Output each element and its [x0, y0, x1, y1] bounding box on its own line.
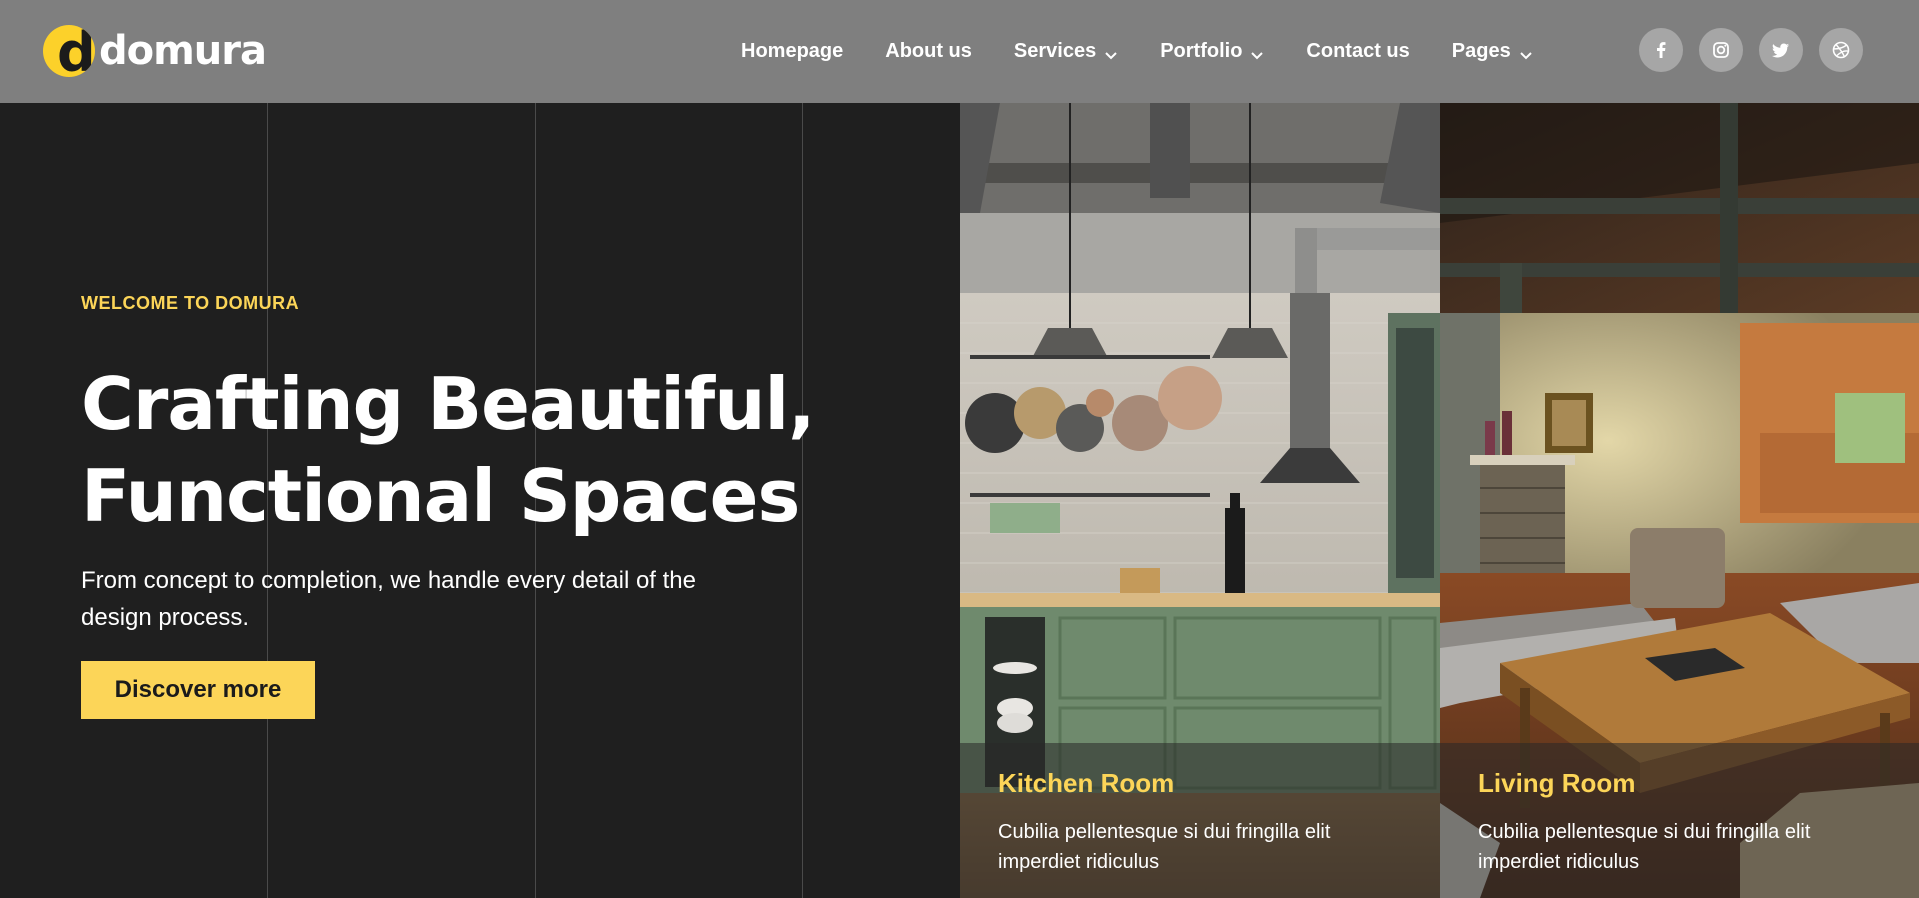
nav-item-services[interactable]: Services [1014, 40, 1118, 63]
chevron-down-icon [1250, 45, 1264, 59]
card-description: Cubilia pellentesque si dui fringilla el… [998, 821, 1331, 873]
nav-item-contact-us[interactable]: Contact us [1306, 40, 1409, 63]
nav-item-label: Portfolio [1160, 40, 1243, 62]
logo-letter: d [57, 25, 95, 78]
hero-headline-line1: Crafting Beautiful, [81, 362, 815, 446]
nav-item-label: Pages [1451, 40, 1511, 62]
facebook-icon[interactable] [1639, 28, 1683, 72]
discover-more-button[interactable]: Discover more [81, 661, 315, 719]
instagram-icon[interactable] [1699, 28, 1743, 72]
site-header: d domura Homepage About us Services Port… [0, 0, 1919, 103]
card-title: Living Room [1478, 768, 1636, 798]
nav-item-label: Contact us [1306, 40, 1410, 62]
hero-section: WELCOME TO DOMURA Crafting Beautiful, Fu… [0, 103, 960, 898]
nav-item-pages[interactable]: Pages [1452, 40, 1533, 63]
social-links [1639, 28, 1879, 72]
nav-item-label: About us [885, 40, 972, 62]
room-card-kitchen[interactable]: Kitchen Room Cubilia pellentesque si dui… [960, 103, 1440, 898]
hero-headline: Crafting Beautiful, Functional Spaces [81, 358, 881, 542]
hero-eyebrow: WELCOME TO DOMURA [81, 293, 300, 313]
twitter-icon[interactable] [1759, 28, 1803, 72]
logo-mark: d [43, 25, 95, 77]
dribbble-icon[interactable] [1819, 28, 1863, 72]
chevron-down-icon [1519, 45, 1533, 59]
logo-text: domura [99, 28, 267, 74]
nav-item-label: Homepage [741, 40, 844, 62]
nav-item-portfolio[interactable]: Portfolio [1160, 40, 1264, 63]
nav-item-about-us[interactable]: About us [885, 40, 972, 63]
main-nav: Homepage About us Services Portfolio Con… [741, 0, 1575, 103]
hero-subtext: From concept to completion, we handle ev… [81, 567, 696, 631]
nav-item-label: Services [1013, 40, 1097, 62]
hero-headline-line2: Functional Spaces [81, 454, 800, 538]
card-title: Kitchen Room [998, 768, 1175, 798]
room-card-living[interactable]: Living Room Cubilia pellentesque si dui … [1440, 103, 1919, 898]
card-description: Cubilia pellentesque si dui fringilla el… [1478, 821, 1811, 873]
chevron-down-icon [1104, 45, 1118, 59]
logo[interactable]: d domura [43, 23, 267, 79]
nav-item-homepage[interactable]: Homepage [741, 40, 843, 63]
